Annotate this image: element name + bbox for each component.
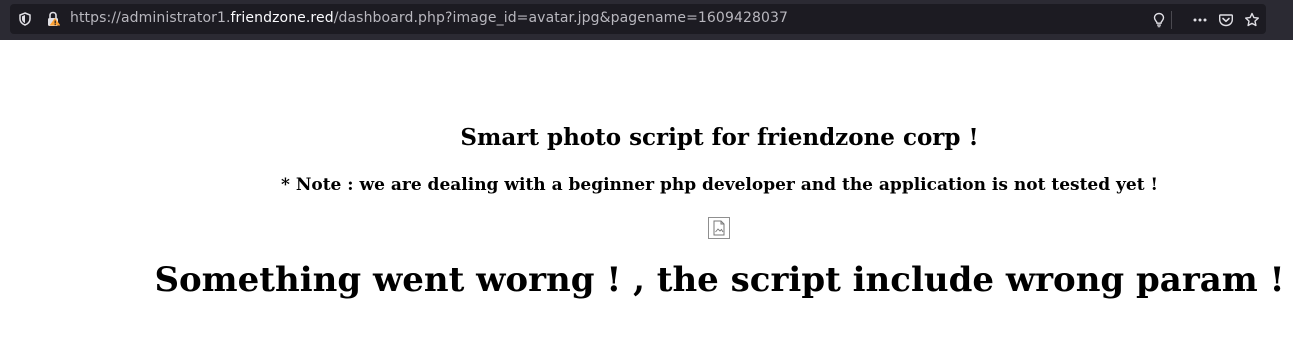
url-prefix: https://administrator1. (70, 10, 231, 26)
url-bar[interactable]: https://administrator1.friendzone.red/da… (10, 4, 1266, 34)
urlbar-actions (1141, 11, 1260, 29)
url-text[interactable]: https://administrator1.friendzone.red/da… (70, 10, 788, 26)
shield-icon[interactable] (17, 11, 33, 27)
insecure-lock-icon[interactable] (45, 11, 61, 27)
bookmark-star-icon[interactable] (1244, 12, 1260, 28)
lightbulb-icon[interactable] (1151, 12, 1167, 28)
url-path: /dashboard.php?image_id=avatar.jpg&pagen… (333, 10, 788, 26)
url-host: friendzone.red (230, 10, 334, 26)
browser-toolbar: https://administrator1.friendzone.red/da… (0, 0, 1293, 40)
page-title: Smart photo script for friendzone corp ! (460, 124, 979, 151)
pocket-icon[interactable] (1218, 12, 1234, 28)
developer-note: * Note : we are dealing with a beginner … (281, 175, 1158, 195)
page-content: Smart photo script for friendzone corp !… (0, 40, 1293, 354)
more-options-icon[interactable] (1192, 12, 1208, 28)
broken-image-icon (708, 217, 730, 239)
toolbar-separator (1171, 11, 1172, 29)
error-message: Something went worng ! , the script incl… (154, 260, 1285, 300)
